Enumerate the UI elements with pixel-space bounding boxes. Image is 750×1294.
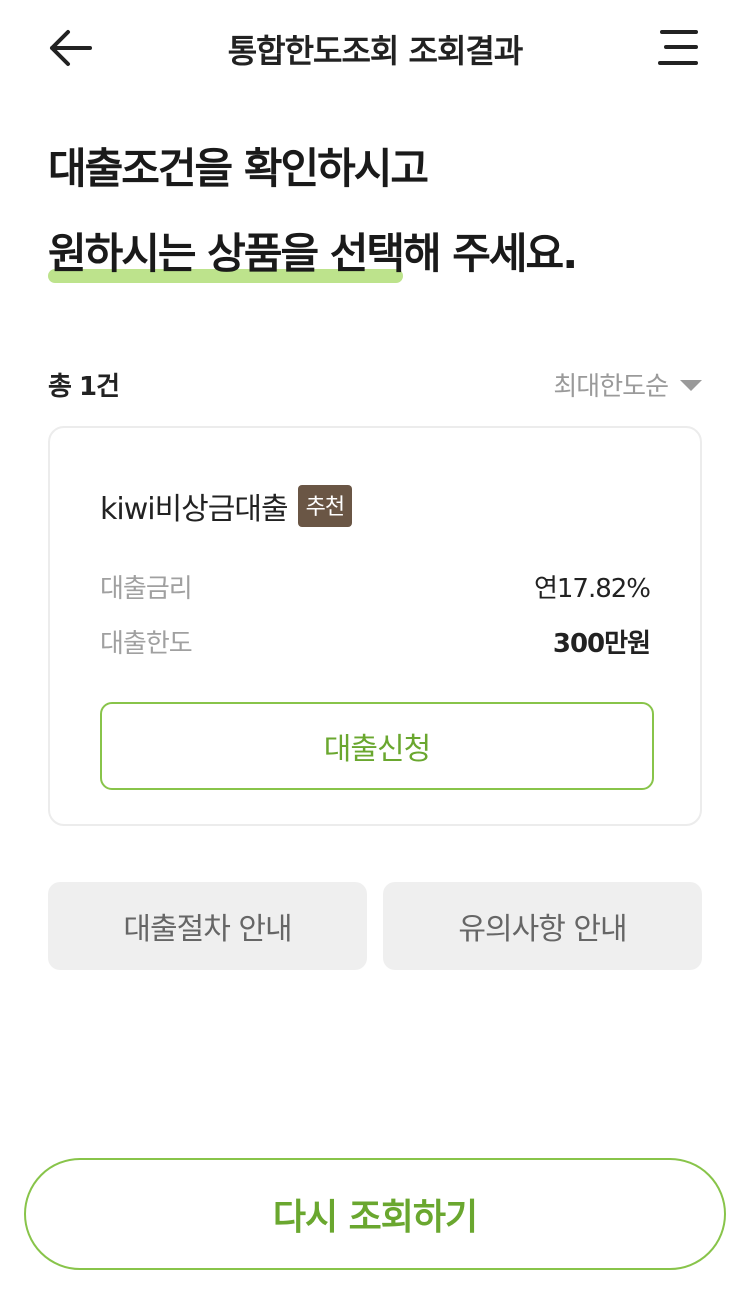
rate-value: 연17.82% <box>533 574 651 604</box>
result-count: 총 1건 <box>48 372 120 402</box>
headline-line2-rest: 해 주세요. <box>403 229 578 278</box>
limit-value: 300만원 <box>552 629 651 659</box>
retry-search-button[interactable]: 다시 조회하기 <box>24 1158 726 1270</box>
notice-button[interactable]: 유의사항 안내 <box>383 882 702 970</box>
product-name: kiwi비상금대출 <box>100 492 289 527</box>
headline-line1: 대출조건을 확인하시고 <box>48 144 429 193</box>
apply-loan-button[interactable]: 대출신청 <box>100 702 654 790</box>
loan-procedure-button[interactable]: 대출절차 안내 <box>48 882 367 970</box>
caret-down-icon <box>680 380 702 391</box>
recommend-badge: 추천 <box>297 485 353 527</box>
limit-row: 대출한도 300만원 <box>100 623 651 660</box>
product-card: kiwi비상금대출 추천 대출금리 연17.82% 대출한도 300만원 대출신… <box>48 426 702 826</box>
app-header: 통합한도조회 조회결과 <box>0 0 750 96</box>
rate-label: 대출금리 <box>100 574 193 604</box>
rate-row: 대출금리 연17.82% <box>100 568 651 605</box>
hamburger-menu-icon <box>658 30 698 65</box>
menu-button[interactable] <box>654 26 702 70</box>
product-title: kiwi비상금대출 추천 <box>100 484 353 528</box>
page-title: 통합한도조회 조회결과 <box>227 32 524 70</box>
sort-label: 최대한도순 <box>553 372 669 402</box>
headline-line2: 원하시는 상품을 선택해 주세요. <box>48 229 578 283</box>
headline-highlight: 원하시는 상품을 선택 <box>48 229 405 283</box>
sort-dropdown[interactable]: 최대한도순 <box>553 366 702 403</box>
limit-label: 대출한도 <box>100 629 193 659</box>
